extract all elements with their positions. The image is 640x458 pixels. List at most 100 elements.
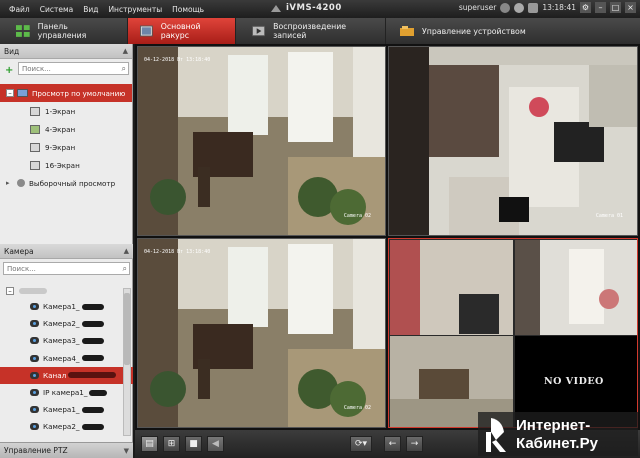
- camera-item[interactable]: Камера1_: [0, 401, 133, 418]
- no-video-label: NO VIDEO: [544, 376, 604, 387]
- watermark: Интернет- Кабинет.Ру: [478, 412, 638, 456]
- user-icon[interactable]: [500, 2, 511, 13]
- title-bar: Файл Система Вид Инструменты Помощь iVMS…: [0, 0, 640, 18]
- search-icon[interactable]: ⌕: [122, 64, 126, 74]
- camera-label: Камера4_: [43, 353, 80, 363]
- camera-list-scrollbar[interactable]: [123, 288, 131, 436]
- add-view-icon[interactable]: +: [5, 65, 13, 76]
- view-search: ⌕: [18, 62, 129, 75]
- camera-feed-image: [138, 47, 385, 235]
- layout-label: 4-Экран: [45, 124, 76, 134]
- minimize-button[interactable]: –: [595, 2, 606, 13]
- camera-icon: [30, 320, 39, 328]
- collapse-icon[interactable]: ▲: [124, 244, 129, 259]
- layout-label: 9-Экран: [45, 142, 76, 152]
- video-cell-1[interactable]: 04-12-2018 Вт 13:18:40 Camera 02: [137, 46, 386, 236]
- menu-help[interactable]: Помощь: [167, 5, 209, 14]
- single-screen-button[interactable]: ▤: [141, 436, 158, 452]
- tree-item-layout-9[interactable]: 9-Экран: [0, 138, 132, 156]
- camera-label: Камера3_: [43, 336, 80, 346]
- menu-file[interactable]: Файл: [4, 5, 35, 14]
- tab-device-management[interactable]: Управление устройством: [386, 18, 536, 44]
- redacted-camera-name: [81, 355, 104, 362]
- collapse-toggle-icon[interactable]: –: [6, 89, 14, 97]
- camera-icon: [30, 406, 39, 414]
- watermark-line-1: Интернет-: [516, 416, 591, 434]
- layout-label: 1-Экран: [45, 106, 76, 116]
- redacted-camera-name: [81, 303, 104, 310]
- user-label: superuser: [458, 3, 497, 12]
- camera-icon: [30, 303, 39, 311]
- camera-item-selected[interactable]: Канал: [0, 366, 133, 384]
- video-cell-2[interactable]: Camera 01: [388, 46, 638, 236]
- layout-button[interactable]: ⊞: [163, 436, 180, 452]
- camera-item[interactable]: Камера1_: [0, 298, 133, 315]
- layout-16-icon: [30, 160, 40, 170]
- watermark-line-2: Кабинет.Ру: [516, 434, 598, 452]
- ptz-panel-title: Управление PTZ: [4, 446, 68, 455]
- redacted-camera-name: [68, 372, 117, 379]
- maximize-button[interactable]: □: [610, 2, 621, 13]
- tree-item-layout-1[interactable]: 1-Экран: [0, 102, 132, 120]
- menu-view[interactable]: Вид: [78, 5, 103, 14]
- menu-tools[interactable]: Инструменты: [103, 5, 167, 14]
- camera-label: Камера2_: [43, 422, 80, 432]
- clock-label: 13:18:41: [542, 3, 576, 12]
- lock-icon[interactable]: [528, 2, 539, 13]
- camera-panel-title: Камера: [4, 247, 34, 256]
- tab-label: Управление устройством: [422, 26, 526, 36]
- tab-label: Панель управления: [37, 22, 87, 40]
- menu-bar: Файл Система Вид Инструменты Помощь: [0, 5, 209, 14]
- tree-item-layout-4[interactable]: 4-Экран: [0, 120, 132, 138]
- ptz-panel-header[interactable]: Управление PTZ ▼: [0, 442, 133, 458]
- collapse-toggle-icon[interactable]: –: [6, 287, 14, 295]
- audio-button[interactable]: ◀: [207, 436, 224, 452]
- scrollbar-thumb[interactable]: [124, 293, 130, 365]
- camera-group[interactable]: –: [0, 284, 133, 298]
- previous-page-button[interactable]: ←: [384, 436, 401, 452]
- tree-item-layout-16[interactable]: 16-Экран: [0, 156, 132, 174]
- camera-name-overlay: Camera 01: [595, 213, 623, 219]
- tab-playback[interactable]: Воспроизведение записей: [236, 18, 386, 44]
- monitor-icon: [17, 89, 28, 97]
- camera-panel-header[interactable]: Камера ▲: [0, 244, 133, 259]
- cycle-button[interactable]: ⟳▾: [350, 436, 372, 452]
- expand-icon[interactable]: ▸: [6, 179, 14, 187]
- expand-icon[interactable]: ▼: [124, 443, 129, 458]
- camera-label: Камера1_: [43, 405, 80, 415]
- camera-name-overlay: Camera 02: [343, 405, 371, 411]
- camera-item[interactable]: IP камера1_: [0, 384, 133, 401]
- camera-label: Камера2_: [43, 319, 80, 329]
- custom-view-label: Выборочный просмотр: [29, 178, 116, 188]
- camera-search-input[interactable]: [4, 264, 129, 273]
- settings-icon[interactable]: ⚙: [580, 2, 591, 13]
- camera-item[interactable]: Камера2_: [0, 315, 133, 332]
- redacted-camera-name: [81, 320, 104, 327]
- camera-feed-image: [389, 47, 637, 235]
- video-cell-3[interactable]: 04-12-2018 Вт 13:18:40 Camera 02: [137, 238, 386, 428]
- control-panel-icon: [16, 25, 30, 37]
- tab-label: Основной ракурс: [160, 22, 201, 40]
- tab-main-view[interactable]: Основной ракурс: [128, 18, 236, 44]
- tree-item-default-view[interactable]: – Просмотр по умолчанию: [0, 84, 132, 102]
- camera-item[interactable]: Камера4_: [0, 350, 133, 367]
- alarm-icon[interactable]: [514, 2, 525, 13]
- camera-item[interactable]: Камера2_: [0, 418, 133, 435]
- search-icon[interactable]: ⌕: [123, 264, 127, 274]
- tab-control-panel[interactable]: Панель управления: [0, 18, 128, 44]
- view-panel-header[interactable]: Вид ▲: [0, 44, 132, 59]
- camera-item[interactable]: Камера3_: [0, 332, 133, 349]
- stop-all-button[interactable]: ■: [185, 436, 202, 452]
- camera-search: ⌕: [3, 262, 130, 275]
- camera-label: Канал: [43, 370, 67, 380]
- menu-system[interactable]: Система: [35, 5, 78, 14]
- collapse-icon[interactable]: ▲: [123, 44, 128, 59]
- camera-label: Камера1_: [43, 302, 80, 312]
- redacted-camera-name: [89, 389, 108, 396]
- view-search-input[interactable]: [19, 64, 128, 73]
- camera-icon: [30, 423, 39, 431]
- next-page-button[interactable]: →: [406, 436, 423, 452]
- camera-icon: [30, 337, 39, 345]
- close-button[interactable]: ×: [625, 2, 636, 13]
- tree-item-custom-view[interactable]: ▸ Выборочный просмотр: [0, 174, 132, 192]
